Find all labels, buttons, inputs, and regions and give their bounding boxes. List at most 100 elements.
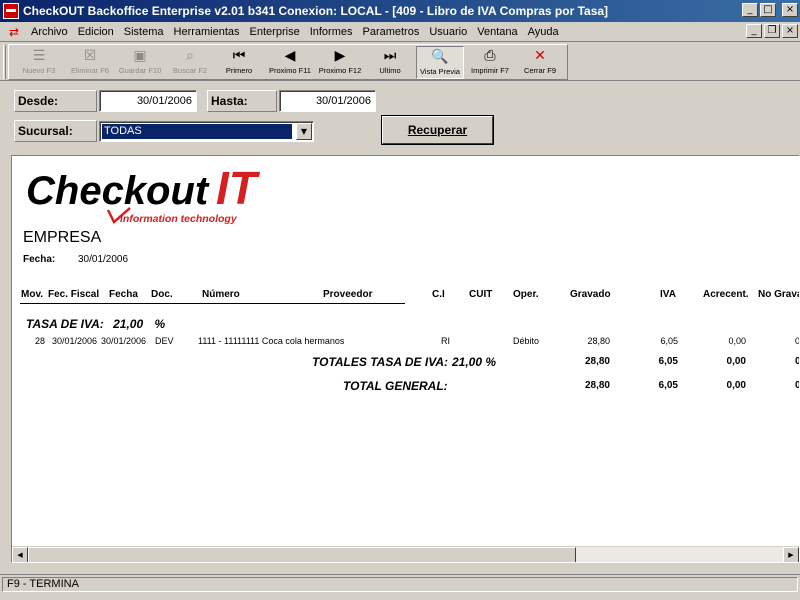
- previous-icon: ◀: [284, 48, 296, 64]
- last-icon: ⏭: [383, 48, 397, 64]
- col-numero: Número: [202, 289, 240, 300]
- menu-bar: ⇄ Archivo Edicion Sistema Herramientas E…: [0, 22, 800, 42]
- subtotal-gravado: 28,80: [584, 356, 610, 367]
- menu-edicion[interactable]: Edicion: [73, 26, 119, 38]
- total-general-label: TOTAL GENERAL:: [343, 379, 448, 393]
- scroll-right-button[interactable]: ▶: [783, 547, 799, 562]
- row-fec-fiscal: 30/01/2006: [52, 336, 98, 346]
- subtotal-acrecent: 0,00: [726, 356, 746, 367]
- fecha-label: Fecha:: [23, 254, 56, 265]
- ultimo-button[interactable]: ⏭ Ultimo: [367, 46, 413, 79]
- row-iva: 6,05: [660, 336, 678, 346]
- col-no-grava: No Grava: [758, 289, 800, 300]
- toolbar-panel: ☰ Nuevo F3 ☒ Eliminar F6 ▣ Guardar F10 ⌕…: [8, 44, 568, 80]
- mdi-window-controls: _ ❐ ×: [746, 24, 798, 38]
- chevron-down-icon[interactable]: ▼: [296, 123, 312, 140]
- recuperar-button[interactable]: Recuperar: [382, 116, 493, 144]
- scroll-left-button[interactable]: ◀: [12, 547, 28, 562]
- checkout-it-logo: Checkout IT information technology: [26, 164, 261, 225]
- new-record-icon: ☰: [32, 48, 46, 64]
- row-doc: DEV: [155, 336, 174, 346]
- sucursal-label: Sucursal:: [14, 120, 97, 142]
- primero-button[interactable]: ⏮ Primero: [215, 46, 263, 79]
- menu-usuario[interactable]: Usuario: [424, 26, 472, 38]
- total-no-grava: 0: [795, 380, 799, 391]
- status-text: F9 - TERMINA: [2, 577, 798, 592]
- menu-informes[interactable]: Informes: [305, 26, 358, 38]
- hasta-label: Hasta:: [207, 90, 277, 112]
- guardar-button[interactable]: ▣ Guardar F10: [115, 46, 165, 79]
- mdi-child-icon[interactable]: ⇄: [6, 25, 22, 39]
- col-proveedor: Proveedor: [323, 289, 373, 300]
- row-acrecent: 0,00: [728, 336, 746, 346]
- mdi-restore-button[interactable]: ❐: [764, 24, 780, 38]
- eliminar-button[interactable]: ☒ Eliminar F6: [65, 46, 115, 79]
- menu-enterprise[interactable]: Enterprise: [245, 26, 305, 38]
- title-bar[interactable]: CheckOUT Backoffice Enterprise v2.01 b34…: [0, 0, 800, 22]
- mdi-minimize-button[interactable]: _: [746, 24, 762, 38]
- col-acrecent: Acrecent.: [703, 289, 749, 300]
- proximo-f11-button[interactable]: ◀ Proximo F11: [265, 46, 315, 79]
- close-icon: ✕: [534, 48, 546, 64]
- sucursal-selected-value: TODAS: [102, 124, 292, 139]
- menu-parametros[interactable]: Parametros: [357, 26, 424, 38]
- row-fecha: 30/01/2006: [101, 336, 147, 346]
- row-ci: RI: [441, 336, 450, 346]
- col-ci: C.I: [432, 289, 445, 300]
- logo-main-text: Checkout: [26, 169, 210, 213]
- cerrar-button[interactable]: ✕ Cerrar F9: [516, 46, 564, 79]
- subtotal-no-grava: 0: [795, 356, 799, 367]
- imprimir-button[interactable]: ⎙ Imprimir F7: [466, 46, 514, 79]
- horizontal-scrollbar[interactable]: ◀ ▶: [12, 546, 799, 562]
- menu-herramientas[interactable]: Herramientas: [169, 26, 245, 38]
- subtotal-rate: 21,00 %: [452, 355, 497, 369]
- col-oper: Oper.: [513, 289, 539, 300]
- mdi-close-button[interactable]: ×: [782, 24, 798, 38]
- row-oper: Débito: [513, 336, 540, 346]
- sucursal-select[interactable]: TODAS ▼: [99, 121, 314, 142]
- report-page: Checkout IT information technology EMPRE…: [12, 156, 800, 546]
- maximize-button[interactable]: □: [760, 3, 776, 17]
- row-mov: 28: [34, 336, 45, 346]
- logo-it-text: IT: [216, 164, 261, 214]
- empresa-title: EMPRESA: [23, 229, 102, 246]
- total-iva: 6,05: [658, 380, 678, 391]
- vista-previa-button[interactable]: 🔍 Vista Previa: [416, 46, 464, 79]
- col-iva: IVA: [660, 289, 676, 300]
- row-numero-proveedor: 1111 - 11111111 Coca cola hermanos: [198, 336, 345, 346]
- menu-sistema[interactable]: Sistema: [119, 26, 169, 38]
- logo-sub-text: information technology: [120, 213, 238, 225]
- total-acrecent: 0,00: [726, 380, 746, 391]
- col-cuit: CUIT: [469, 289, 493, 300]
- menu-ayuda[interactable]: Ayuda: [523, 26, 564, 38]
- hasta-input[interactable]: 30/01/2006: [279, 90, 376, 112]
- group-header: TASA DE IVA: 21,00 %: [26, 317, 166, 331]
- proximo-f12-button[interactable]: ▶ Proximo F12: [315, 46, 365, 79]
- close-window-button[interactable]: ×: [782, 3, 798, 17]
- delete-record-icon: ☒: [83, 48, 97, 64]
- toolbar-grip[interactable]: [3, 45, 6, 79]
- window-controls: _ □ ×: [742, 3, 798, 17]
- menu-archivo[interactable]: Archivo: [26, 26, 73, 38]
- desde-label: Desde:: [14, 90, 97, 112]
- status-bar: F9 - TERMINA: [0, 574, 800, 592]
- first-icon: ⏮: [232, 48, 246, 64]
- row-no-grava: 0: [795, 336, 800, 346]
- next-icon: ▶: [334, 48, 346, 64]
- col-mov: Mov.: [21, 289, 44, 300]
- menu-ventana[interactable]: Ventana: [472, 26, 522, 38]
- nuevo-button[interactable]: ☰ Nuevo F3: [13, 46, 65, 79]
- subtotal-iva: 6,05: [658, 356, 678, 367]
- col-gravado: Gravado: [570, 289, 611, 300]
- app-icon[interactable]: [3, 3, 19, 19]
- printer-icon: ⎙: [484, 48, 496, 64]
- col-fecha: Fecha: [109, 289, 138, 300]
- buscar-button[interactable]: ⌕ Buscar F2: [165, 46, 215, 79]
- minimize-button[interactable]: _: [742, 3, 758, 17]
- scroll-thumb[interactable]: [28, 547, 576, 562]
- window-title: CheckOUT Backoffice Enterprise v2.01 b34…: [23, 4, 609, 18]
- desde-input[interactable]: 30/01/2006: [99, 90, 197, 112]
- col-fec-fiscal: Fec. Fiscal: [48, 289, 100, 300]
- report-preview[interactable]: Checkout IT information technology EMPRE…: [11, 155, 800, 563]
- preview-icon: 🔍: [431, 49, 449, 65]
